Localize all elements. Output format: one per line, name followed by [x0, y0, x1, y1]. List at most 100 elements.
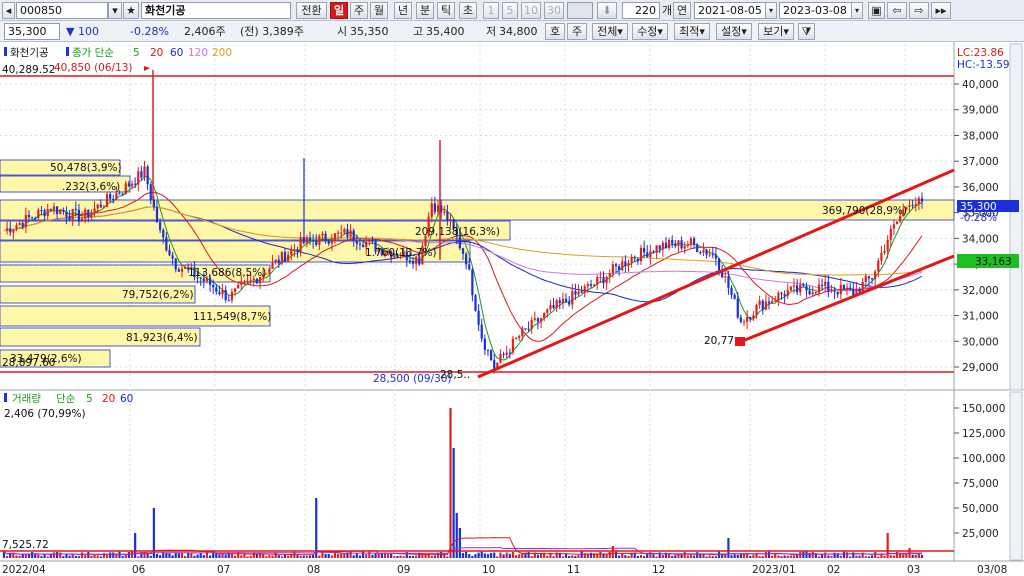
candle-body [677, 240, 680, 247]
bid-button[interactable]: 주 [567, 23, 587, 40]
stock-code-input[interactable]: 000850 [16, 2, 108, 19]
volume-bar [499, 552, 502, 558]
volume-bar [134, 533, 137, 558]
candle-body [118, 193, 121, 195]
tab-yearly[interactable]: 년 [394, 2, 412, 19]
candle-body [914, 203, 917, 206]
arrow-left-icon[interactable]: ⇦ [887, 2, 907, 19]
interval-30-button[interactable]: 30 [544, 2, 564, 19]
candle-body [255, 278, 259, 284]
tab-daily[interactable]: 일 [330, 2, 348, 19]
candle-body [293, 249, 296, 251]
settings-dropdown[interactable]: 설정▾ [716, 23, 752, 40]
volume-bar [149, 555, 152, 558]
code-dropdown-button[interactable]: ▾ [108, 2, 122, 19]
volume-bar [699, 554, 702, 558]
tab-minute[interactable]: 분 [416, 2, 434, 19]
count-input[interactable]: 220 [622, 2, 660, 19]
candle-body [62, 209, 65, 212]
candle-body [661, 242, 664, 250]
volume-bar [842, 551, 846, 558]
volume-bar [96, 555, 99, 558]
ask-button[interactable]: 호 [545, 23, 565, 40]
open-label: 시 [337, 25, 348, 38]
interval-5-button[interactable]: 5 [502, 2, 518, 19]
all-dropdown[interactable]: 전체▾ [592, 23, 628, 40]
volume-bar [920, 555, 924, 558]
candle-body [274, 259, 277, 263]
candle-body [474, 295, 477, 311]
date-to-input[interactable]: 2023-03-08 [779, 2, 861, 19]
volume-bar [330, 555, 333, 558]
arrow-right-icon[interactable]: ⇨ [909, 2, 929, 19]
volume-bar [552, 556, 555, 558]
volume-bar [824, 552, 827, 558]
candle-body [699, 252, 702, 254]
fast-forward-icon[interactable]: ▸▸ [931, 2, 951, 19]
price-tick-label: 32,000 [962, 285, 999, 297]
candle-body [143, 166, 146, 178]
optimize-dropdown[interactable]: 최적▾ [674, 23, 710, 40]
edit-dropdown[interactable]: 수정▾ [632, 23, 668, 40]
tab-monthly[interactable]: 월 [370, 2, 388, 19]
stock-chart[interactable]: 화천기공 종가 단순 5 20 60 120 200 LC:23.86HC:-13.59 40,… [0, 42, 1024, 576]
save-icon[interactable]: ▣ [868, 2, 885, 19]
candle-body [724, 276, 727, 278]
stock-code: 000850 [20, 4, 62, 17]
tab-second[interactable]: 초 [459, 2, 477, 19]
volume-bar [208, 555, 212, 558]
fib-label: 1.760(13.7%) [365, 247, 437, 259]
candle-body [530, 319, 533, 329]
date-from-input[interactable]: 2021-08-05 [694, 2, 776, 19]
candle-body [514, 337, 518, 339]
candle-body [327, 241, 330, 244]
candle-body [177, 269, 180, 272]
down-arrow-icon[interactable]: ⬇ [597, 2, 617, 19]
price-scrollbar[interactable] [1009, 43, 1023, 391]
scroll-left-button[interactable]: ◂ [2, 2, 15, 19]
interval-1-button[interactable]: 1 [483, 2, 499, 19]
candle-body [605, 276, 608, 284]
volume-bar [105, 555, 109, 558]
interval-10-button[interactable]: 10 [521, 2, 541, 19]
tab-weekly[interactable]: 주 [350, 2, 368, 19]
view-dropdown[interactable]: 보기▾ [758, 23, 794, 40]
date-from-dropdown-button[interactable]: ▾ [765, 2, 777, 19]
candle-body [105, 194, 109, 207]
volume-bar [902, 554, 905, 558]
volume-bar [671, 555, 674, 558]
candle-body [43, 210, 46, 217]
volume-bar [277, 555, 280, 558]
volume-bar [34, 554, 37, 558]
tab-tick[interactable]: 틱 [437, 2, 455, 19]
candle-body [742, 321, 746, 323]
candle-body [468, 264, 471, 270]
volume-bar [733, 554, 736, 558]
candle-body [739, 317, 742, 322]
candle-body [24, 214, 27, 227]
candle-body [6, 228, 9, 231]
date-tick-label: 2023/01 [752, 564, 796, 576]
price-tick-label: 29,000 [962, 362, 999, 374]
price-tick-label: 40,000 [962, 79, 999, 91]
custom-interval-input[interactable] [567, 2, 593, 19]
volume-scrollbar[interactable] [1009, 391, 1023, 561]
candle-body [774, 300, 777, 302]
date-to-dropdown-button[interactable]: ▾ [851, 2, 863, 19]
exchange-toggle-button[interactable]: 전환 [296, 2, 327, 19]
candle-body [40, 210, 43, 212]
quote-bar: 35,300 ▼ 100 -0.28% 2,406주 (전) 3,389주 시 … [0, 21, 1024, 42]
link-button[interactable]: 연 [673, 2, 691, 19]
filter-icon[interactable]: ⧩ [798, 23, 815, 40]
candle-body [112, 198, 115, 200]
favorite-star-icon[interactable]: ★ [123, 2, 139, 19]
price-tick-label: 38,000 [962, 130, 999, 142]
volume-bar [187, 552, 190, 558]
volume-bar [461, 552, 465, 558]
volume-bar [393, 556, 396, 558]
candle-body [549, 305, 552, 310]
volume-bar [661, 554, 664, 558]
volume-bar [870, 555, 874, 558]
candle-body [477, 310, 480, 325]
volume-plot-area[interactable] [0, 392, 954, 560]
